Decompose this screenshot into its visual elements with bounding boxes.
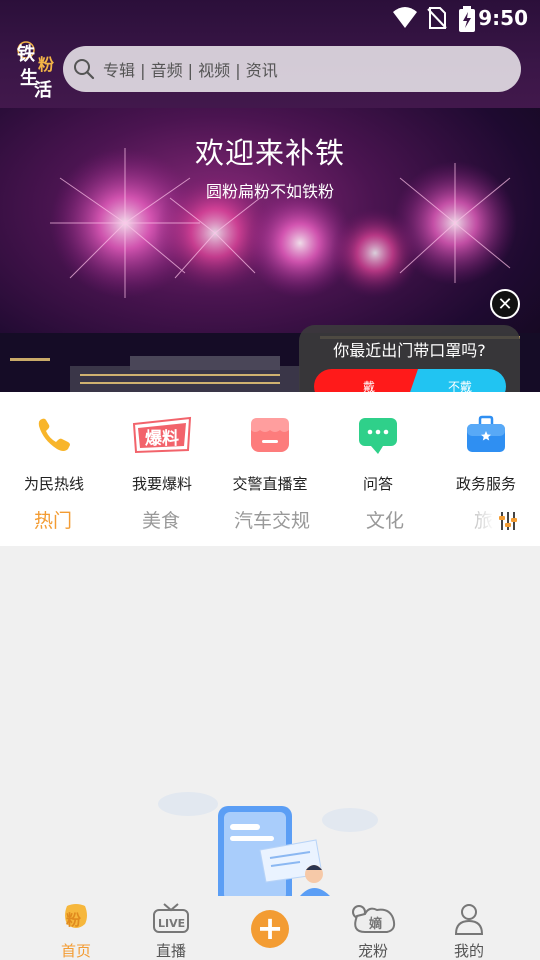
- poll-close-button[interactable]: ✕: [490, 289, 520, 319]
- live-badge-text: LIVE: [158, 917, 185, 930]
- publish-add-button[interactable]: +: [251, 910, 289, 948]
- quick-entry-label: 为民热线: [23, 475, 84, 493]
- quick-entry-label: 问答: [362, 475, 393, 493]
- svg-text:活: 活: [34, 79, 52, 101]
- user-icon: [454, 904, 484, 935]
- chat-icon: [359, 418, 397, 454]
- empty-state-illustration: [158, 792, 378, 896]
- quick-entry-government[interactable]: 政务服务: [432, 392, 540, 500]
- status-bar: 9:50: [0, 0, 540, 36]
- tab-food[interactable]: 美食: [142, 506, 180, 533]
- nav-pet[interactable]: 嫡 宠粉: [323, 896, 423, 960]
- search-icon: [74, 59, 95, 80]
- nav-me[interactable]: 我的: [419, 896, 519, 960]
- nav-label: 宠粉: [357, 942, 388, 960]
- search-placeholder: 专辑 | 音频 | 视频 | 资讯: [103, 61, 278, 80]
- pet-icon: 嫡: [352, 905, 396, 933]
- banner-subtitle: 圆粉扁粉不如铁粉: [205, 182, 334, 201]
- top-header: 9:50 铁 粉 生 活 专辑 | 音频 | 视频 | 资讯: [0, 0, 540, 108]
- category-tabs: 热门 美食 汽车交规 文化 旅: [0, 500, 540, 546]
- nav-label: 直播: [155, 942, 186, 960]
- quick-entry-qa[interactable]: 问答: [324, 392, 432, 500]
- svg-text:爆料: 爆料: [145, 428, 179, 449]
- store-icon: [251, 418, 289, 452]
- quick-entry-label: 交警直播室: [232, 475, 308, 493]
- filter-settings-icon[interactable]: [498, 510, 518, 532]
- svg-text:铁: 铁: [17, 43, 35, 65]
- tab-hot[interactable]: 热门: [34, 506, 72, 533]
- quick-entry-label: 我要爆料: [131, 475, 192, 493]
- app-logo[interactable]: 铁 粉 生 活: [14, 36, 62, 102]
- live-icon: LIVE: [153, 903, 189, 933]
- plus-icon: +: [256, 909, 284, 947]
- nav-live[interactable]: LIVE 直播: [121, 896, 221, 960]
- nav-label: 我的: [453, 942, 484, 960]
- status-time: 9:50: [478, 6, 528, 30]
- pet-badge-text: 嫡: [369, 916, 382, 932]
- nav-label: 首页: [60, 942, 91, 960]
- battery-charging-icon: [459, 6, 475, 32]
- tab-traffic-rules[interactable]: 汽车交规: [234, 506, 310, 533]
- quick-entry-traffic-live[interactable]: 交警直播室: [216, 392, 324, 500]
- quick-entry-hotline[interactable]: 为民热线: [0, 392, 108, 500]
- banner-title: 欢迎来补铁: [194, 136, 345, 170]
- phone-icon: [38, 418, 70, 451]
- baoliao-icon: 爆料: [132, 416, 192, 454]
- briefcase-icon: [467, 415, 505, 452]
- nav-home[interactable]: 粉 首页: [26, 896, 126, 960]
- poll-question: 你最近出门带口罩吗?: [333, 341, 486, 360]
- no-sim-icon: [427, 7, 447, 29]
- svg-text:粉: 粉: [66, 911, 81, 929]
- content-area: [0, 546, 540, 896]
- home-icon: 粉: [65, 904, 87, 929]
- tab-culture[interactable]: 文化: [366, 506, 404, 533]
- close-icon: ✕: [497, 293, 513, 315]
- svg-text:粉: 粉: [38, 55, 54, 74]
- bottom-nav: 粉 首页 LIVE 直播 + 嫡 宠粉 我的: [0, 896, 540, 960]
- quick-entries: 为民热线 爆料 我要爆料 交警直播室 问答 政务服务: [0, 392, 540, 500]
- search-bar[interactable]: 专辑 | 音频 | 视频 | 资讯: [63, 46, 521, 92]
- quick-entry-baoliao[interactable]: 爆料 我要爆料: [108, 392, 216, 500]
- quick-entry-label: 政务服务: [455, 475, 516, 493]
- wifi-icon: [393, 7, 417, 28]
